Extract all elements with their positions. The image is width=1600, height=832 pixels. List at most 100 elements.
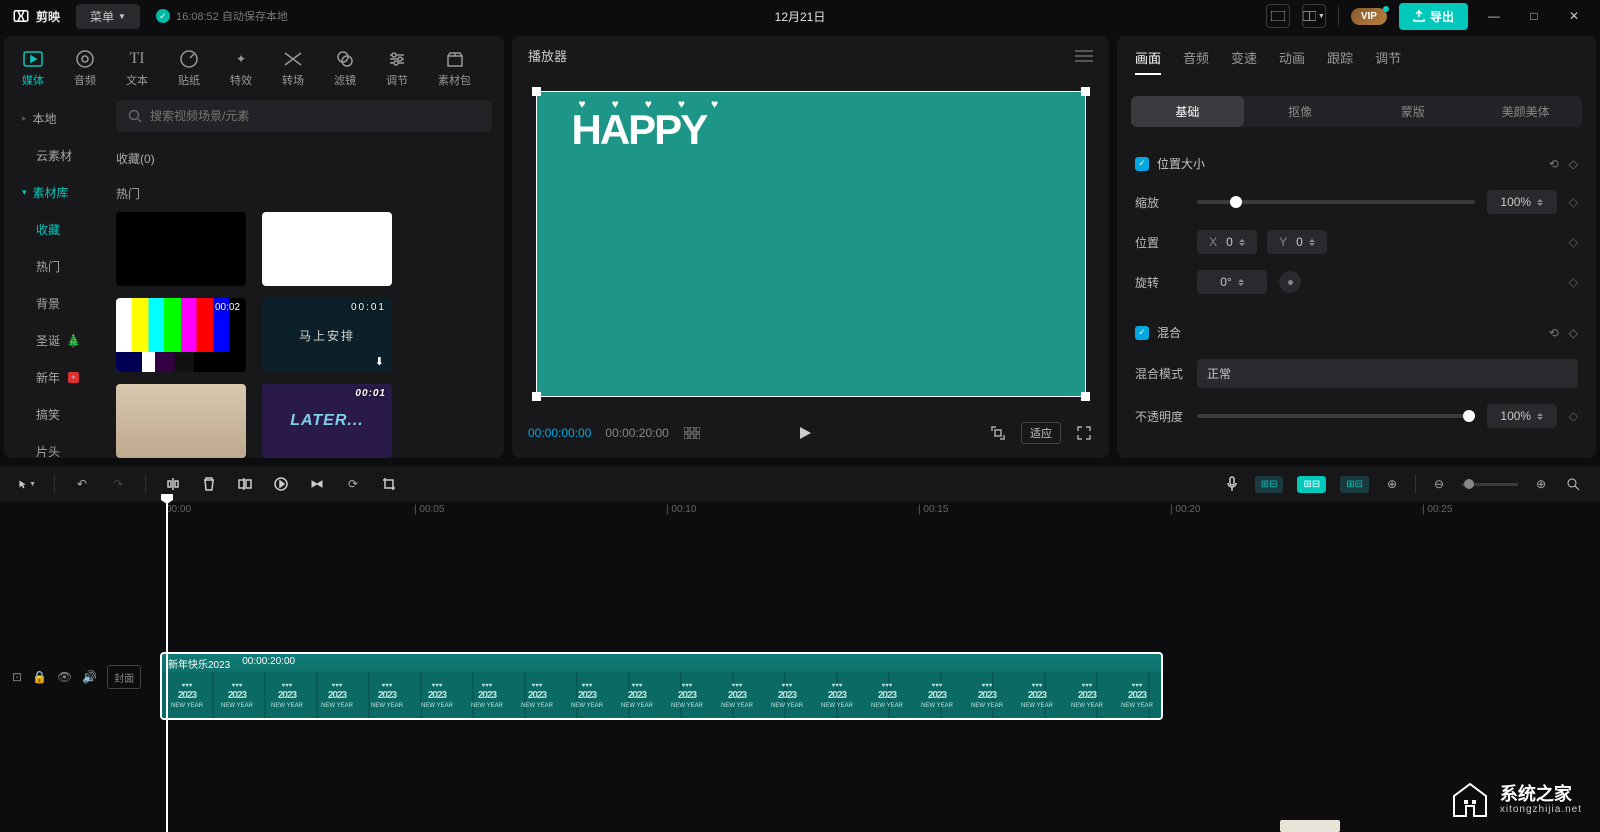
zoom-in-icon[interactable]: ⊕ xyxy=(1532,475,1550,493)
layout-icon[interactable]: ▼ xyxy=(1302,4,1326,28)
rotation-input[interactable]: 0° xyxy=(1197,270,1267,294)
sidebar-item-funny[interactable]: 搞笑 xyxy=(4,396,104,433)
tab-media[interactable]: 媒体 xyxy=(16,44,50,92)
zoom-slider[interactable] xyxy=(1462,483,1518,486)
mic-icon[interactable] xyxy=(1223,475,1241,493)
prop-tab-audio[interactable]: 音频 xyxy=(1183,48,1209,75)
link-on-icon[interactable]: ⊞⊟ xyxy=(1297,476,1326,493)
thumb-text[interactable]: 马上安排00:01⬇ xyxy=(262,298,392,372)
tab-audio[interactable]: 音频 xyxy=(68,44,102,92)
sub-tab-basic[interactable]: 基础 xyxy=(1131,96,1244,127)
minimize-icon[interactable]: — xyxy=(1480,7,1508,25)
fullscreen-icon[interactable] xyxy=(1075,424,1093,442)
menu-button[interactable]: 菜单 ▼ xyxy=(76,4,140,29)
rotation-keyframe-icon[interactable]: ◇ xyxy=(1569,275,1578,289)
sidebar-item-cloud[interactable]: 云素材 xyxy=(4,137,104,174)
handle-tr[interactable] xyxy=(1081,87,1090,96)
cover-button[interactable]: 封面 xyxy=(107,665,141,689)
track-visible-icon[interactable]: 👁 xyxy=(57,670,72,684)
tab-text[interactable]: TI文本 xyxy=(120,44,154,92)
position-x-input[interactable]: X0 xyxy=(1197,230,1257,254)
tab-transition[interactable]: 转场 xyxy=(276,44,310,92)
close-icon[interactable]: ✕ xyxy=(1560,7,1588,25)
video-clip[interactable]: 新年快乐2023 00:00:20:00 ♥♥♥2023NEW YEAR♥♥♥2… xyxy=(160,652,1163,720)
shortcut-icon[interactable] xyxy=(1266,4,1290,28)
reverse-icon[interactable] xyxy=(308,475,326,493)
crop-left-icon[interactable] xyxy=(236,475,254,493)
thumb-black[interactable] xyxy=(116,212,246,286)
scale-keyframe-icon[interactable]: ◇ xyxy=(1569,195,1578,209)
blend-mode-select[interactable]: 正常 xyxy=(1197,359,1578,388)
player-menu-icon[interactable] xyxy=(1075,50,1093,62)
tab-pack[interactable]: 素材包 xyxy=(432,44,477,92)
blend-keyframe-all-icon[interactable]: ◇ xyxy=(1569,326,1578,340)
delete-icon[interactable] xyxy=(200,475,218,493)
tab-adjust[interactable]: 调节 xyxy=(380,44,414,92)
scale-input[interactable]: 100% xyxy=(1487,190,1557,214)
crop-icon[interactable] xyxy=(380,475,398,493)
ratio-icon[interactable] xyxy=(989,424,1007,442)
thumb-later[interactable]: LATER...00:01 xyxy=(262,384,392,458)
sidebar-item-newyear[interactable]: 新年 ✦ xyxy=(4,359,104,396)
playhead[interactable] xyxy=(166,502,168,832)
thumb-colorbars[interactable]: 00:02 xyxy=(116,298,246,372)
track-lock-icon[interactable]: 🔒 xyxy=(32,670,47,684)
play-button[interactable] xyxy=(796,424,814,442)
sidebar-item-local[interactable]: ▸本地 xyxy=(4,100,104,137)
prop-tab-animation[interactable]: 动画 xyxy=(1279,48,1305,75)
maximize-icon[interactable]: □ xyxy=(1520,7,1548,25)
undo-icon[interactable]: ↶ xyxy=(73,475,91,493)
snap-icon[interactable]: ⊞⊟ xyxy=(1340,476,1369,493)
split-icon[interactable] xyxy=(164,475,182,493)
thumb-white[interactable] xyxy=(262,212,392,286)
tab-filter[interactable]: 滤镜 xyxy=(328,44,362,92)
prop-tab-track[interactable]: 跟踪 xyxy=(1327,48,1353,75)
sub-tab-beauty[interactable]: 美颜美体 xyxy=(1469,96,1582,127)
thumbnail-icon[interactable] xyxy=(683,424,701,442)
search-input[interactable] xyxy=(116,100,492,132)
handle-tl[interactable] xyxy=(532,87,541,96)
export-button[interactable]: 导出 xyxy=(1399,3,1468,30)
sub-tab-mask[interactable]: 抠像 xyxy=(1244,96,1357,127)
sidebar-item-library[interactable]: ▾素材库 xyxy=(4,174,104,211)
thumb-person[interactable] xyxy=(116,384,246,458)
handle-bl[interactable] xyxy=(532,392,541,401)
vip-badge[interactable]: VIP xyxy=(1351,8,1387,25)
prop-tab-speed[interactable]: 变速 xyxy=(1231,48,1257,75)
align-icon[interactable]: ⊕ xyxy=(1383,475,1401,493)
magnet-on-icon[interactable]: ⊞⊟ xyxy=(1255,476,1284,493)
scale-slider[interactable] xyxy=(1197,200,1475,204)
blend-reset-icon[interactable]: ⟲ xyxy=(1549,326,1559,340)
sidebar-item-christmas[interactable]: 圣诞 🎄 xyxy=(4,322,104,359)
track-settings-icon[interactable]: ⊡ xyxy=(12,670,22,684)
blend-checkbox[interactable]: ✓ xyxy=(1135,326,1149,340)
select-tool-icon[interactable]: ▼ xyxy=(18,475,36,493)
fit-button[interactable]: 适应 xyxy=(1021,422,1061,444)
sidebar-item-popular[interactable]: 热门 xyxy=(4,248,104,285)
position-keyframe-icon[interactable]: ◇ xyxy=(1569,235,1578,249)
rotation-dial[interactable] xyxy=(1279,271,1301,293)
opacity-keyframe-icon[interactable]: ◇ xyxy=(1569,409,1578,423)
preview-canvas[interactable]: ♥♥♥♥♥ HAPPY xyxy=(536,91,1086,397)
sub-tab-matte[interactable]: 蒙版 xyxy=(1357,96,1470,127)
opacity-slider[interactable] xyxy=(1197,414,1475,418)
tab-effect[interactable]: ✦特效 xyxy=(224,44,258,92)
sidebar-item-favorites[interactable]: 收藏 xyxy=(4,211,104,248)
opacity-input[interactable]: 100% xyxy=(1487,404,1557,428)
zoom-fit-icon[interactable] xyxy=(1564,475,1582,493)
track-mute-icon[interactable]: 🔊 xyxy=(82,670,97,684)
zoom-out-icon[interactable]: ⊖ xyxy=(1430,475,1448,493)
position-y-input[interactable]: Y0 xyxy=(1267,230,1327,254)
speed-icon[interactable] xyxy=(272,475,290,493)
sidebar-item-background[interactable]: 背景 xyxy=(4,285,104,322)
prop-tab-picture[interactable]: 画面 xyxy=(1135,48,1161,75)
position-size-checkbox[interactable]: ✓ xyxy=(1135,157,1149,171)
time-ruler[interactable]: 00:00 | 00:05 | 00:10 | 00:15 | 00:20 | … xyxy=(160,502,1600,522)
tab-sticker[interactable]: 贴纸 xyxy=(172,44,206,92)
redo-icon[interactable]: ↷ xyxy=(109,475,127,493)
reset-icon[interactable]: ⟲ xyxy=(1549,157,1559,171)
handle-br[interactable] xyxy=(1081,392,1090,401)
keyframe-all-icon[interactable]: ◇ xyxy=(1569,157,1578,171)
refresh-icon[interactable]: ⟳ xyxy=(344,475,362,493)
prop-tab-adjust[interactable]: 调节 xyxy=(1375,48,1401,75)
